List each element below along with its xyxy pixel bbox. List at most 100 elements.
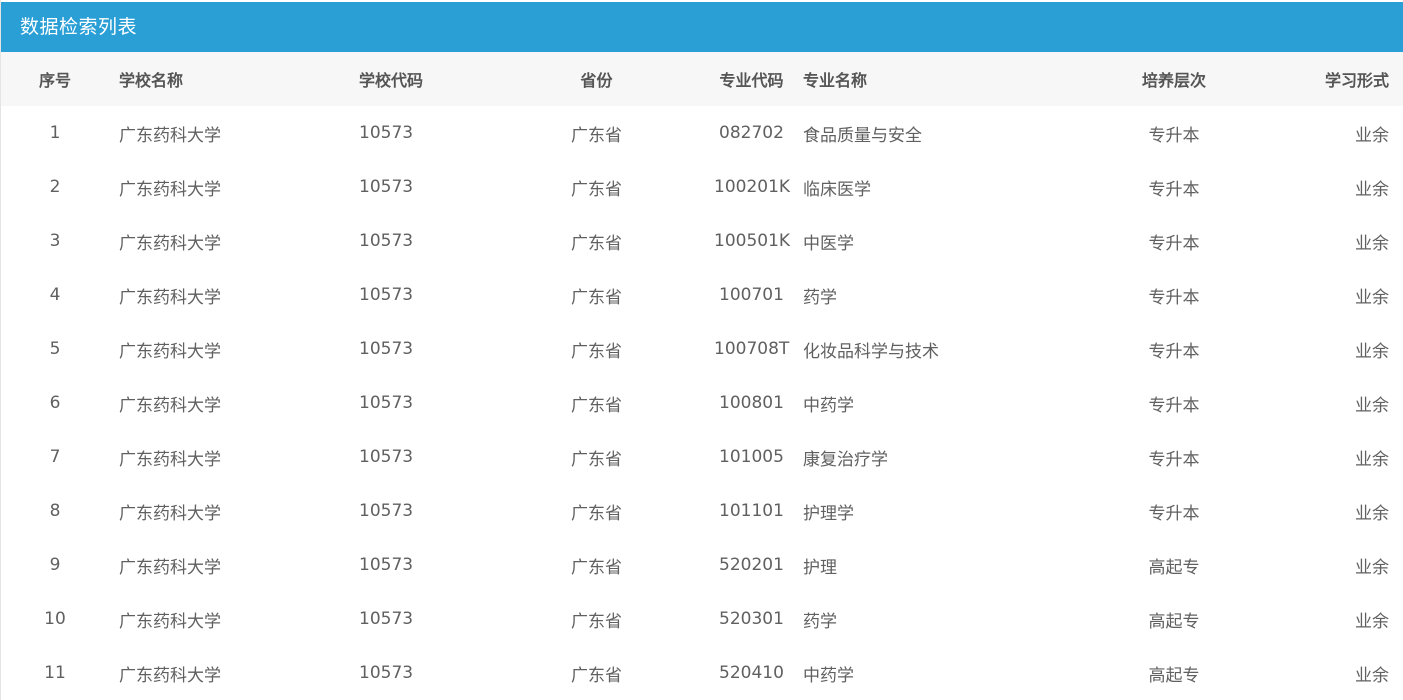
cell-level: 高起专 (1148, 557, 1200, 578)
cell-level: 专升本 (1148, 341, 1200, 362)
panel-title: 数据检索列表 (1, 2, 1403, 52)
cell-major-code: 100501K (714, 231, 791, 251)
cell-major-name: 药学 (803, 287, 837, 308)
cell-study-form: 业余 (1355, 179, 1389, 200)
cell-study-form: 业余 (1355, 503, 1389, 524)
cell-province: 广东省 (571, 287, 622, 308)
cell-major-code: 100701 (719, 285, 784, 305)
cell-school-name: 广东药科大学 (119, 611, 221, 632)
column-header-major-name: 专业名称 (803, 71, 868, 90)
cell-study-form: 业余 (1355, 665, 1389, 686)
table-row: 2 广东药科大学 10573 广东省 100201K 临床医学 专升本 业余 (1, 160, 1403, 214)
cell-major-code: 100201K (714, 177, 791, 197)
column-header-level: 培养层次 (1141, 71, 1206, 90)
cell-level: 专升本 (1148, 125, 1200, 146)
cell-school-name: 广东药科大学 (119, 449, 221, 470)
table-row: 8 广东药科大学 10573 广东省 101101 护理学 专升本 业余 (1, 484, 1403, 538)
cell-level: 专升本 (1148, 233, 1200, 254)
cell-province: 广东省 (571, 341, 622, 362)
cell-level: 专升本 (1148, 179, 1200, 200)
column-header-school-code: 学校代码 (359, 71, 424, 90)
cell-study-form: 业余 (1355, 233, 1389, 254)
cell-province: 广东省 (571, 557, 622, 578)
cell-province: 广东省 (571, 665, 622, 686)
cell-study-form: 业余 (1355, 125, 1389, 146)
cell-major-name: 中医学 (803, 233, 854, 254)
cell-major-code: 520201 (719, 555, 784, 575)
table-row: 4 广东药科大学 10573 广东省 100701 药学 专升本 业余 (1, 268, 1403, 322)
column-header-school-name: 学校名称 (119, 71, 184, 90)
cell-school-code: 10573 (359, 555, 414, 575)
cell-school-name: 广东药科大学 (119, 395, 221, 416)
table-row: 1 广东药科大学 10573 广东省 082702 食品质量与安全 专升本 业余 (1, 106, 1403, 160)
table-row: 10 广东药科大学 10573 广东省 520301 药学 高起专 业余 (1, 592, 1403, 646)
cell-province: 广东省 (571, 611, 622, 632)
cell-school-code: 10573 (359, 231, 414, 251)
cell-school-code: 10573 (359, 177, 414, 197)
cell-major-name: 护理学 (803, 503, 854, 524)
cell-school-code: 10573 (359, 663, 414, 683)
cell-seq: 4 (49, 285, 61, 305)
table-body: 1 广东药科大学 10573 广东省 082702 食品质量与安全 专升本 业余… (1, 106, 1403, 700)
cell-school-name: 广东药科大学 (119, 665, 221, 686)
cell-seq: 8 (49, 501, 61, 521)
cell-level: 高起专 (1148, 665, 1200, 686)
table-row: 7 广东药科大学 10573 广东省 101005 康复治疗学 专升本 业余 (1, 430, 1403, 484)
cell-level: 专升本 (1148, 449, 1200, 470)
cell-school-code: 10573 (359, 609, 414, 629)
column-header-major-code: 专业代码 (719, 71, 784, 90)
column-header-seq: 序号 (38, 71, 71, 90)
cell-level: 专升本 (1148, 503, 1200, 524)
table-row: 6 广东药科大学 10573 广东省 100801 中药学 专升本 业余 (1, 376, 1403, 430)
cell-school-code: 10573 (359, 447, 414, 467)
cell-major-code: 101005 (719, 447, 784, 467)
table-row: 5 广东药科大学 10573 广东省 100708T 化妆品科学与技术 专升本 … (1, 322, 1403, 376)
cell-study-form: 业余 (1355, 557, 1389, 578)
cell-school-code: 10573 (359, 285, 414, 305)
cell-major-name: 药学 (803, 611, 837, 632)
cell-seq: 2 (49, 177, 61, 197)
cell-school-name: 广东药科大学 (119, 233, 221, 254)
cell-school-name: 广东药科大学 (119, 179, 221, 200)
cell-seq: 6 (49, 393, 61, 413)
cell-major-name: 护理 (803, 557, 837, 578)
cell-study-form: 业余 (1355, 341, 1389, 362)
table-row: 11 广东药科大学 10573 广东省 520410 中药学 高起专 业余 (1, 646, 1403, 700)
cell-major-code: 100708T (714, 339, 790, 359)
cell-school-code: 10573 (359, 393, 414, 413)
cell-school-name: 广东药科大学 (119, 125, 221, 146)
cell-major-code: 101101 (719, 501, 784, 521)
cell-school-name: 广东药科大学 (119, 557, 221, 578)
cell-major-name: 临床医学 (803, 179, 871, 200)
cell-province: 广东省 (571, 125, 622, 146)
cell-major-name: 化妆品科学与技术 (803, 341, 939, 362)
cell-province: 广东省 (571, 179, 622, 200)
table-row: 9 广东药科大学 10573 广东省 520201 护理 高起专 业余 (1, 538, 1403, 592)
results-panel: 数据检索列表 序号 学校名称 学校代码 省份 专业代码 专业名称 培养层次 学习… (0, 0, 1403, 700)
cell-seq: 3 (49, 231, 61, 251)
cell-seq: 1 (49, 123, 61, 143)
cell-province: 广东省 (571, 449, 622, 470)
cell-level: 高起专 (1148, 611, 1200, 632)
cell-study-form: 业余 (1355, 395, 1389, 416)
cell-major-code: 100801 (719, 393, 784, 413)
cell-major-name: 康复治疗学 (803, 449, 888, 470)
table-header-row: 序号 学校名称 学校代码 省份 专业代码 专业名称 培养层次 学习形式 (1, 52, 1403, 106)
cell-school-name: 广东药科大学 (119, 503, 221, 524)
cell-school-code: 10573 (359, 339, 414, 359)
column-header-province: 省份 (580, 71, 613, 90)
cell-major-code: 520410 (719, 663, 784, 683)
cell-seq: 9 (49, 555, 61, 575)
cell-school-name: 广东药科大学 (119, 341, 221, 362)
cell-major-name: 食品质量与安全 (803, 125, 922, 146)
cell-seq: 11 (44, 663, 66, 683)
cell-school-code: 10573 (359, 123, 414, 143)
cell-school-code: 10573 (359, 501, 414, 521)
cell-study-form: 业余 (1355, 449, 1389, 470)
cell-major-name: 中药学 (803, 665, 854, 686)
results-table: 序号 学校名称 学校代码 省份 专业代码 专业名称 培养层次 学习形式 1 广东… (1, 52, 1403, 700)
cell-province: 广东省 (571, 233, 622, 254)
table-row: 3 广东药科大学 10573 广东省 100501K 中医学 专升本 业余 (1, 214, 1403, 268)
cell-province: 广东省 (571, 503, 622, 524)
cell-major-code: 082702 (719, 123, 784, 143)
